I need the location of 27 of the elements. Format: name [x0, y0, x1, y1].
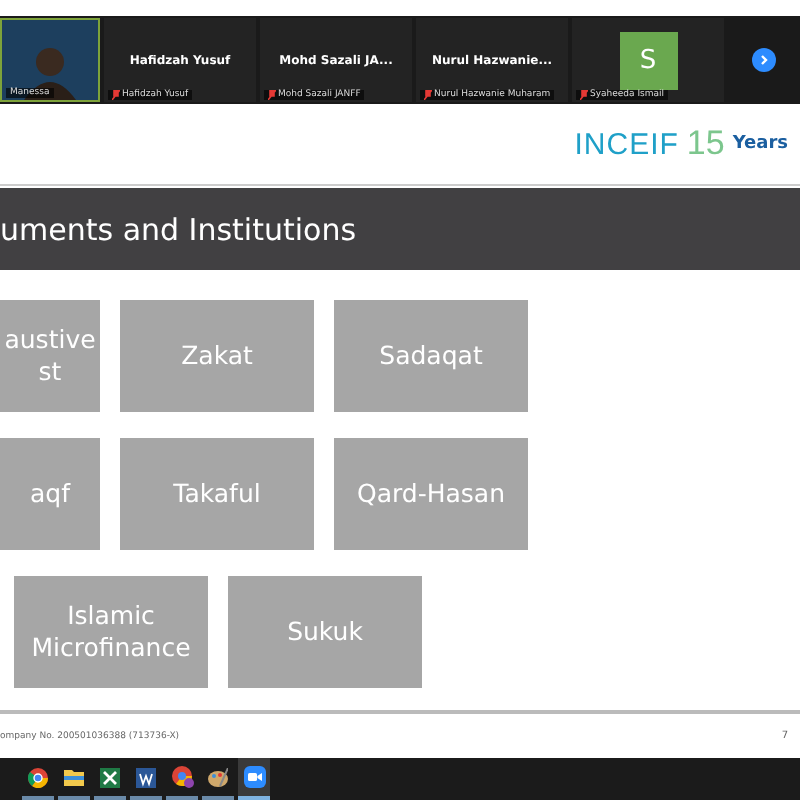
instrument-tile: austive st	[0, 300, 100, 412]
instrument-tile: Sadaqat	[334, 300, 528, 412]
taskbar-button[interactable]	[238, 758, 270, 800]
instrument-tile: Qard-Hasan	[334, 438, 528, 550]
muted-mic-icon	[268, 90, 276, 100]
muted-mic-icon	[580, 90, 588, 100]
instrument-tile: Islamic Microfinance	[14, 576, 208, 688]
next-page-button[interactable]	[752, 48, 776, 72]
slide-title: uments and Institutions	[0, 211, 357, 247]
logo-brand: INCEIF	[574, 127, 679, 161]
document-icon[interactable]	[136, 767, 156, 787]
instrument-tile: Sukuk	[228, 576, 422, 688]
instrument-tile: Takaful	[120, 438, 314, 550]
muted-mic-icon	[424, 90, 432, 100]
logo-years-number: 15	[686, 124, 725, 164]
chevron-right-icon	[758, 54, 770, 66]
folder-icon[interactable]	[64, 768, 84, 786]
avatar-initial: S	[619, 31, 677, 89]
instrument-tile: Zakat	[120, 300, 314, 412]
video-camera-icon[interactable]	[243, 766, 265, 788]
paint-palette-icon[interactable]	[208, 767, 228, 787]
browser-icon[interactable]	[171, 766, 193, 788]
muted-mic-icon	[112, 90, 120, 100]
browser-icon[interactable]	[28, 767, 48, 787]
spreadsheet-icon[interactable]	[100, 767, 120, 787]
instrument-tile: aqf	[0, 438, 100, 550]
logo-years-word: Years	[732, 134, 788, 154]
